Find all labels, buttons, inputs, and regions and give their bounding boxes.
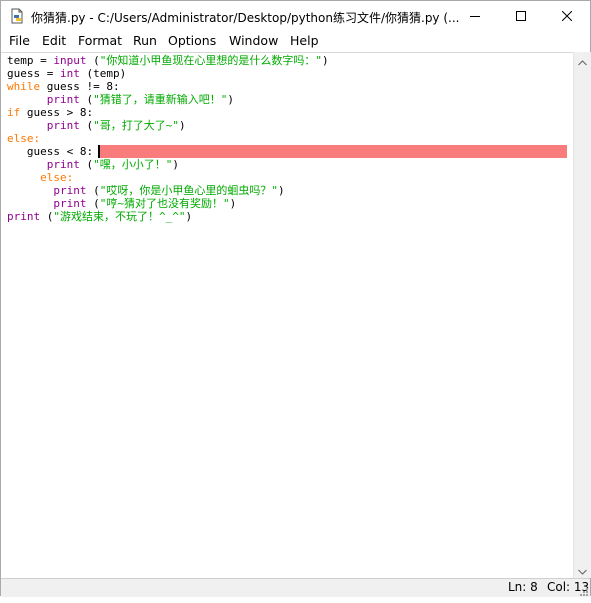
code-token: temp =: [7, 54, 54, 67]
code-line: temp = input ("你知道小甲鱼现在心里想的是什么数字吗："): [7, 54, 329, 67]
resize-grip-icon[interactable]: [577, 584, 589, 596]
code-token: ): [185, 210, 193, 223]
minimize-button[interactable]: [452, 1, 498, 31]
code-line: print ("哼~猜对了也没有奖励！"): [7, 197, 236, 210]
code-token: ): [227, 93, 234, 106]
scroll-up-button[interactable]: [574, 52, 591, 69]
code-line: print ("猜错了，请重新输入吧！"): [7, 93, 234, 106]
code-token: print: [46, 93, 80, 106]
code-token: print: [53, 197, 87, 210]
idle-editor-window: 你猜猜.py - C:/Users/Administrator/Desktop/…: [0, 0, 591, 597]
code-line: print ("哥，打了大了~"): [7, 119, 186, 132]
code-line: print ("嘿，小小了！"): [7, 158, 179, 171]
window-title: 你猜猜.py - C:/Users/Administrator/Desktop/…: [31, 11, 460, 25]
code-token: (: [86, 184, 100, 197]
code-token: else:: [40, 171, 74, 184]
code-editor[interactable]: temp = input ("你知道小甲鱼现在心里想的是什么数字吗：") gues…: [1, 52, 573, 579]
code-token: ): [277, 184, 285, 197]
code-token: guess > 8:: [20, 106, 94, 119]
code-token: if: [7, 106, 21, 119]
menu-help[interactable]: Help: [289, 33, 320, 48]
menu-run[interactable]: Run: [132, 33, 158, 48]
code-token: "哎呀，你是小甲鱼心里的蛔虫吗？": [99, 184, 278, 197]
code-line: else:: [7, 171, 73, 184]
code-token: (: [86, 197, 100, 210]
code-token: "哥，打了大了~": [93, 119, 179, 132]
code-token: guess != 8:: [40, 80, 120, 93]
close-icon: [562, 11, 572, 21]
menu-options[interactable]: Options: [167, 33, 217, 48]
code-token: "游戏结束，不玩了！^_^": [53, 210, 186, 223]
title-bar[interactable]: 你猜猜.py - C:/Users/Administrator/Desktop/…: [1, 1, 590, 31]
code-token: (: [86, 54, 100, 67]
code-token: while: [7, 80, 41, 93]
chevron-up-icon: [578, 51, 587, 70]
code-token: ): [229, 197, 237, 210]
code-line: else:: [7, 132, 40, 145]
error-highlight: [98, 145, 567, 158]
code-token: (: [79, 119, 94, 132]
code-token: "猜错了，请重新输入吧！": [93, 93, 228, 106]
scroll-down-button[interactable]: [574, 561, 591, 578]
menu-format[interactable]: Format: [77, 33, 123, 48]
code-token: print: [46, 119, 80, 132]
code-token: ): [179, 119, 186, 132]
line-number-status: Ln: 8: [508, 580, 538, 594]
menu-file[interactable]: File: [8, 33, 31, 48]
code-line: print ("哎呀，你是小甲鱼心里的蛔虫吗？"): [7, 184, 285, 197]
code-token: print: [53, 184, 87, 197]
maximize-button[interactable]: [498, 1, 544, 31]
code-token: ): [321, 54, 329, 67]
code-line: guess = int (temp): [7, 67, 126, 80]
python-idle-icon[interactable]: [9, 8, 25, 24]
minimize-icon: [470, 11, 480, 21]
code-token: (temp): [79, 67, 127, 80]
code-token: (: [40, 210, 54, 223]
code-token: "嘿，小小了！": [93, 158, 173, 171]
code-token: print: [7, 210, 41, 223]
code-token: print: [46, 158, 80, 171]
code-line: if guess > 8:: [7, 106, 93, 119]
code-token: input: [53, 54, 87, 67]
code-token: guess < 8:: [7, 145, 94, 158]
menu-window[interactable]: Window: [228, 33, 279, 48]
code-token: guess =: [7, 67, 60, 80]
code-token: "你知道小甲鱼现在心里想的是什么数字吗：": [99, 54, 322, 67]
close-button[interactable]: [544, 1, 590, 31]
vertical-scrollbar[interactable]: [573, 52, 591, 578]
code-token: "哼~猜对了也没有奖励！": [99, 197, 230, 210]
code-token: ): [172, 158, 179, 171]
status-bar: Ln: 8 Col: 13: [1, 578, 590, 597]
code-token: else:: [7, 132, 41, 145]
code-line: print ("游戏结束，不玩了！^_^"): [7, 210, 192, 223]
code-token: (: [79, 158, 94, 171]
code-line: while guess != 8:: [7, 80, 120, 93]
text-cursor: [98, 145, 100, 158]
code-line: guess < 8:: [7, 145, 93, 158]
chevron-down-icon: [578, 560, 587, 579]
code-token: (: [79, 93, 94, 106]
code-token: int: [59, 67, 80, 80]
maximize-icon: [516, 11, 526, 21]
menu-edit[interactable]: Edit: [41, 33, 67, 48]
menu-bar: File Edit Format Run Options Window Help: [1, 31, 590, 51]
